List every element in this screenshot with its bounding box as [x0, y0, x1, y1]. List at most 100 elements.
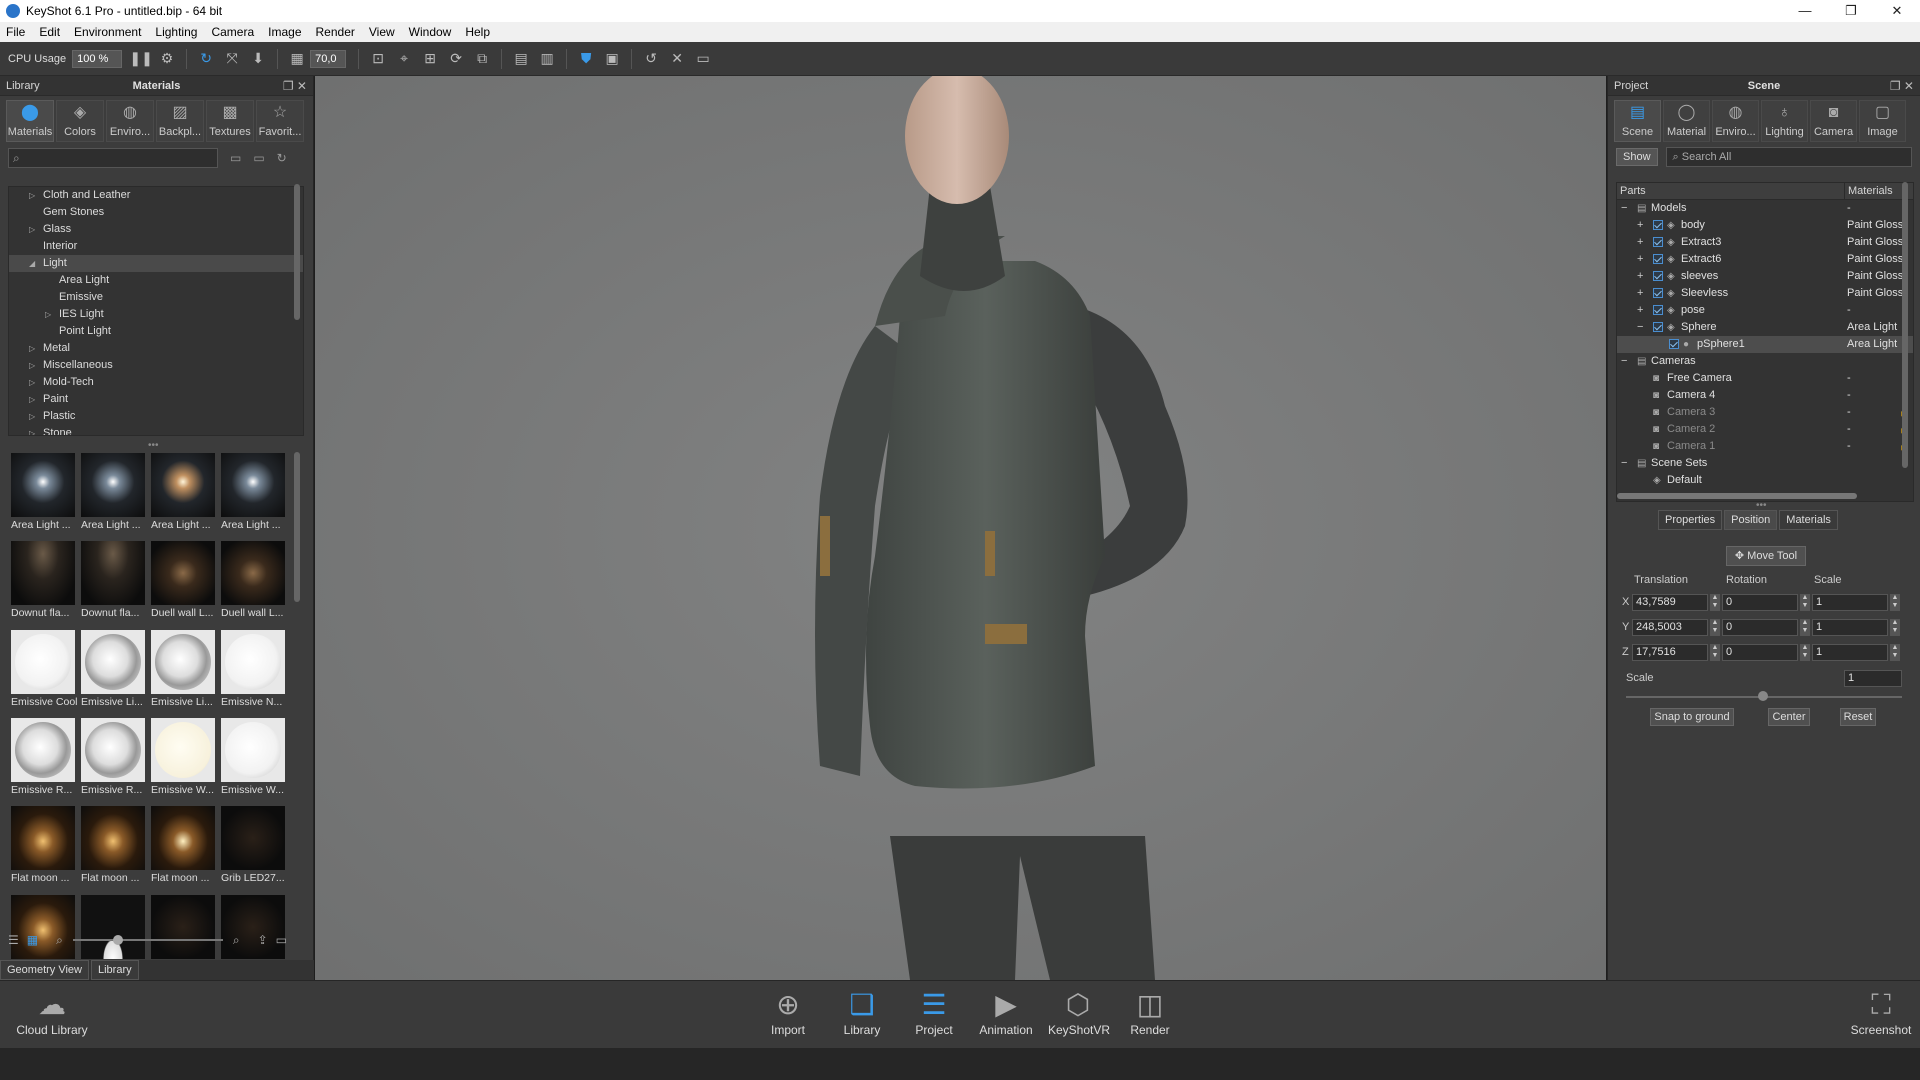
- scene-tree-row[interactable]: − ▤ Cameras: [1617, 353, 1913, 370]
- spinner-arrows-icon[interactable]: ▲ ▼: [1800, 594, 1810, 611]
- material-thumbnail[interactable]: Area Light ...: [218, 450, 288, 535]
- tab-textures[interactable]: ▩ Textures: [206, 100, 254, 142]
- fov-field[interactable]: 70,0: [310, 49, 347, 68]
- expand-icon[interactable]: +: [1637, 302, 1643, 319]
- panel-float-close-icon[interactable]: ❐ ✕: [283, 79, 307, 93]
- scale-y-field[interactable]: 1: [1812, 619, 1888, 636]
- region-icon[interactable]: ⊡: [367, 48, 389, 70]
- close-button[interactable]: ✕: [1874, 0, 1920, 22]
- translation-y-field[interactable]: 248,5003: [1632, 619, 1708, 636]
- scene-tree-row[interactable]: ◙Camera 1-🔒: [1617, 438, 1913, 455]
- tree-item[interactable]: ▷ IES Light: [9, 306, 303, 323]
- materials-column-header[interactable]: Materials: [1845, 183, 1893, 199]
- expand-arrow-icon[interactable]: ▷: [29, 408, 35, 425]
- tree-item[interactable]: Area Light: [9, 272, 303, 289]
- center-button[interactable]: Center: [1768, 708, 1810, 726]
- spinner-arrows-icon[interactable]: ▲ ▼: [1710, 644, 1720, 661]
- scene-tree-row[interactable]: + ◈ Extract3 Paint Gloss: [1617, 234, 1913, 251]
- material-thumbnail[interactable]: Emissive R...: [78, 715, 148, 800]
- scale-x-field[interactable]: 1: [1812, 594, 1888, 611]
- field-of-view-icon[interactable]: ▦: [286, 48, 308, 70]
- visibility-checkbox[interactable]: [1669, 339, 1679, 349]
- tree-item[interactable]: ▷ Cloth and Leather: [9, 187, 303, 204]
- menu-render[interactable]: Render: [316, 25, 355, 39]
- tab-geometry-view[interactable]: Geometry View: [0, 960, 89, 980]
- expand-arrow-icon[interactable]: ▷: [29, 391, 35, 408]
- performance-mode-icon[interactable]: ⚙: [156, 48, 178, 70]
- camera-tool-icon[interactable]: ⌖: [393, 48, 415, 70]
- tree-item[interactable]: ▷ Miscellaneous: [9, 357, 303, 374]
- console-icon[interactable]: ▭: [692, 48, 714, 70]
- pause-icon[interactable]: ❚❚: [129, 48, 152, 70]
- tree-item[interactable]: Gem Stones: [9, 204, 303, 221]
- scene-tree-row[interactable]: ◙Camera 3-🔒: [1617, 404, 1913, 421]
- collapse-icon[interactable]: −: [1621, 200, 1627, 217]
- reset-view-icon[interactable]: ↻: [195, 48, 217, 70]
- tab-library[interactable]: Library: [91, 960, 139, 980]
- library-search-input[interactable]: ⌕: [8, 148, 218, 168]
- expand-arrow-icon[interactable]: ▷: [29, 187, 35, 204]
- presentation-icon[interactable]: ▣: [601, 48, 623, 70]
- folder-icons[interactable]: ▭▭↻: [230, 151, 299, 165]
- expand-arrow-icon[interactable]: ▷: [29, 340, 35, 357]
- spinner-arrows-icon[interactable]: ▲ ▼: [1800, 619, 1810, 636]
- visibility-checkbox[interactable]: [1653, 220, 1663, 230]
- tab-scene[interactable]: ▤ Scene: [1614, 100, 1661, 142]
- fit-view-icon[interactable]: ⤧: [221, 48, 243, 70]
- shield-icon[interactable]: ⛊: [575, 48, 597, 70]
- scene-tree-vscrollbar[interactable]: [1902, 182, 1908, 468]
- expand-arrow-icon[interactable]: ▷: [29, 425, 35, 435]
- rotate-icon[interactable]: ⟳: [445, 48, 467, 70]
- thumbnail-size-slider[interactable]: [72, 935, 223, 945]
- menu-image[interactable]: Image: [268, 25, 301, 39]
- expand-arrow-icon[interactable]: ▷: [29, 221, 35, 238]
- material-thumbnail[interactable]: Emissive W...: [148, 715, 218, 800]
- menu-window[interactable]: Window: [409, 25, 452, 39]
- material-thumbnail[interactable]: Emissive Cool: [8, 627, 78, 712]
- layer2-icon[interactable]: ▥: [536, 48, 558, 70]
- scene-tree-row[interactable]: ◈ Default: [1617, 472, 1913, 489]
- collapse-icon[interactable]: −: [1637, 319, 1643, 336]
- material-thumbnail[interactable]: Downut fla...: [78, 538, 148, 623]
- move-down-icon[interactable]: ⬇: [247, 48, 269, 70]
- pan-icon[interactable]: ⊞: [419, 48, 441, 70]
- project-button[interactable]: ☰ Project: [904, 987, 964, 1037]
- material-thumbnail[interactable]: Area Light ...: [78, 450, 148, 535]
- material-thumbnail[interactable]: Downut fla...: [8, 538, 78, 623]
- tree-item[interactable]: ▷ Paint: [9, 391, 303, 408]
- tree-scrollbar[interactable]: [294, 184, 300, 320]
- translation-z-field[interactable]: 17,7516: [1632, 644, 1708, 661]
- tab-favorites[interactable]: ☆ Favorit...: [256, 100, 304, 142]
- material-thumbnail[interactable]: Flat moon ...: [148, 803, 218, 888]
- spinner-arrows-icon[interactable]: ▲ ▼: [1710, 619, 1720, 636]
- move-tool-button[interactable]: ✥ Move Tool: [1726, 546, 1806, 566]
- material-thumbnail[interactable]: Grib LED27...: [218, 803, 288, 888]
- spinner-arrows-icon[interactable]: ▲ ▼: [1890, 644, 1900, 661]
- cloud-library-button[interactable]: ☁ Cloud Library: [16, 987, 88, 1037]
- scene-tree-row[interactable]: + ◈ Sleevless Paint Gloss: [1617, 285, 1913, 302]
- material-thumbnail[interactable]: Emissive Li...: [78, 627, 148, 712]
- expand-icon[interactable]: +: [1637, 251, 1643, 268]
- material-thumbnail[interactable]: Flat moon ...: [8, 803, 78, 888]
- expand-arrow-icon[interactable]: ▷: [29, 374, 35, 391]
- scene-tree-row[interactable]: ◙Camera 2-🔒: [1617, 421, 1913, 438]
- expand-icon[interactable]: +: [1637, 285, 1643, 302]
- tree-item[interactable]: ▷ Glass: [9, 221, 303, 238]
- tab-image[interactable]: ▢ Image: [1859, 100, 1906, 142]
- tab-properties[interactable]: Properties: [1658, 510, 1723, 530]
- scene-tree-row[interactable]: ◙ Free Camera -: [1617, 370, 1913, 387]
- maximize-button[interactable]: ❐: [1828, 0, 1874, 22]
- scene-tree-hscrollbar[interactable]: [1617, 493, 1857, 499]
- spinner-arrows-icon[interactable]: ▲ ▼: [1800, 644, 1810, 661]
- scene-tree-row[interactable]: + ◈ body Paint Gloss: [1617, 217, 1913, 234]
- rotation-z-field[interactable]: 0: [1722, 644, 1798, 661]
- menu-file[interactable]: File: [6, 25, 25, 39]
- scene-search-input[interactable]: ⌕ Search All: [1665, 147, 1912, 167]
- tree-item[interactable]: ▷ Mold-Tech: [9, 374, 303, 391]
- minimize-button[interactable]: —: [1782, 0, 1828, 22]
- menu-environment[interactable]: Environment: [74, 25, 141, 39]
- upload-icon[interactable]: ⇪: [258, 933, 268, 947]
- tree-item[interactable]: Emissive: [9, 289, 303, 306]
- material-thumbnail[interactable]: Area Light ...: [8, 450, 78, 535]
- visibility-checkbox[interactable]: [1653, 322, 1663, 332]
